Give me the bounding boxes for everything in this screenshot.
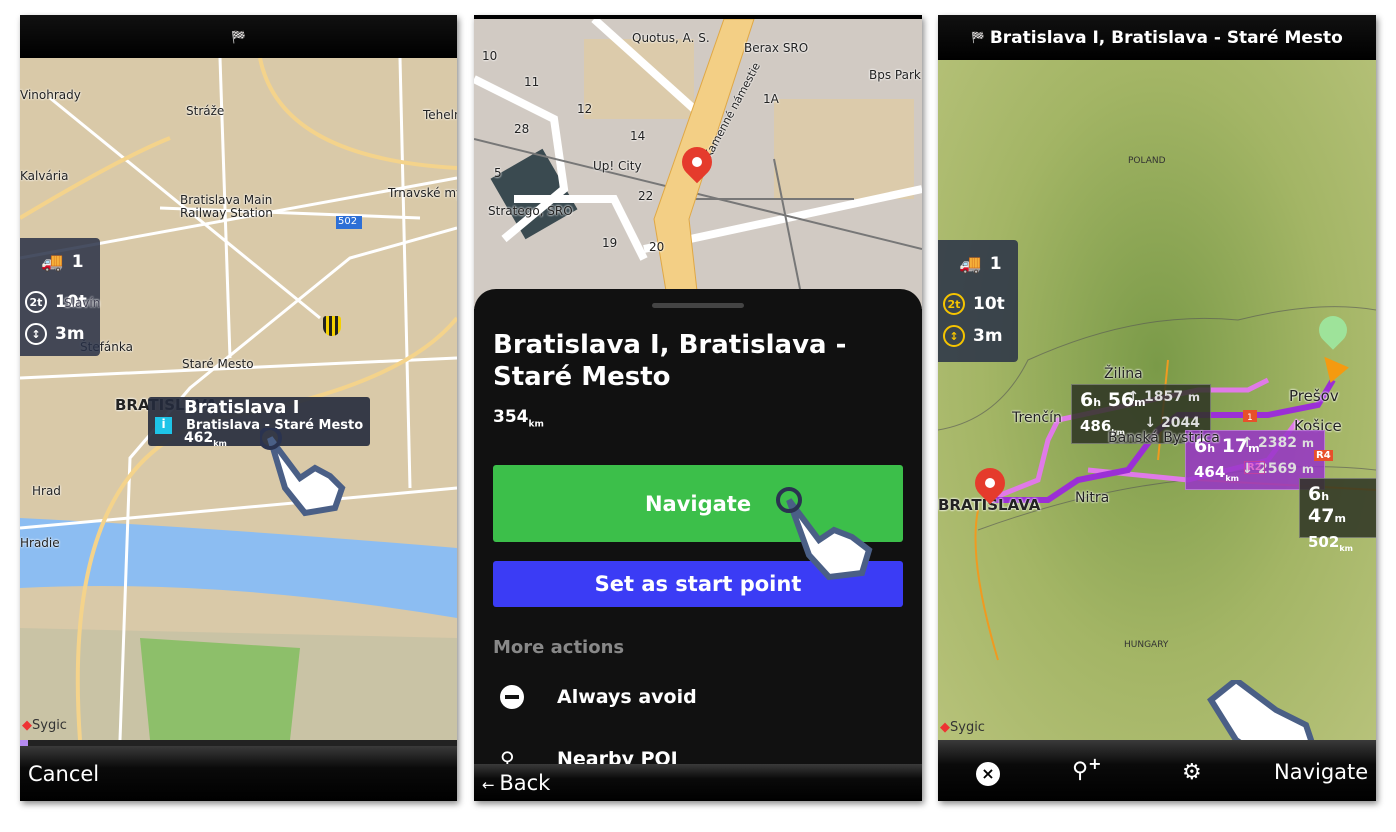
address-number: 5 bbox=[494, 166, 502, 180]
address-number: 10 bbox=[482, 49, 498, 63]
title-bar: 🏁 Bratislava I, Bratislava - Staré Mesto bbox=[938, 15, 1376, 60]
bottom-bar: Cancel bbox=[20, 746, 457, 801]
truck-icon: 🚚 bbox=[41, 251, 64, 273]
arrow-left-icon: ← bbox=[482, 776, 500, 794]
truck-height: 3m bbox=[973, 326, 1003, 346]
truck-axles: 🚚 1 bbox=[41, 251, 84, 273]
map-label: Hrad bbox=[32, 484, 61, 498]
poi-label[interactable]: Stratego, SRO bbox=[488, 204, 573, 218]
map-label: Vinohrady bbox=[20, 88, 81, 102]
navigate-button[interactable]: Navigate bbox=[1274, 760, 1368, 784]
map-label: Trnavské mýto bbox=[388, 186, 457, 200]
poi-label[interactable]: Berax SRO bbox=[744, 41, 808, 55]
address-number: 19 bbox=[602, 236, 618, 250]
map-label: POLAND bbox=[1128, 156, 1166, 166]
address-number: 28 bbox=[514, 122, 530, 136]
poi-label[interactable]: Quotus, A. S. bbox=[632, 31, 710, 45]
truck-profile-panel[interactable]: 🚚 1 2t 10t ↕ 3m bbox=[938, 240, 1018, 362]
sygic-logo: ◆Sygic bbox=[940, 720, 985, 735]
address-number: 11 bbox=[524, 75, 540, 89]
address-number: 1A bbox=[763, 92, 779, 106]
route-card-3[interactable]: 6h 47m 502km bbox=[1299, 478, 1376, 553]
phone-screen-map-selection: 🏁 Vinohrady Stráže Tehelné Kalvária Brat… bbox=[20, 15, 457, 801]
bottom-toolbar: × ⚲+ ⚙ Navigate bbox=[938, 740, 1376, 801]
checkered-flag-icon: 🏁 bbox=[231, 29, 246, 44]
map-label: Žilina bbox=[1104, 366, 1143, 382]
sygic-logo: ◆Sygic bbox=[22, 718, 67, 733]
weight-icon: 2t bbox=[943, 293, 965, 315]
road-badge: R4 bbox=[1314, 450, 1333, 461]
truck-weight: 10t bbox=[973, 294, 1005, 314]
route-time: 6h 47m bbox=[1308, 483, 1346, 527]
tap-hand-icon bbox=[1206, 676, 1315, 740]
route-distance: 502km bbox=[1308, 533, 1353, 553]
height-icon: ↕ bbox=[25, 323, 47, 345]
add-location-icon[interactable]: ⚲+ bbox=[1072, 754, 1102, 783]
popup-title: Bratislava I bbox=[184, 397, 300, 418]
route-ascent: ↑ 2382 m bbox=[1241, 435, 1314, 451]
action-always-avoid[interactable]: Always avoid bbox=[500, 685, 697, 709]
checkered-flag-icon: 🏁 bbox=[971, 31, 985, 44]
road-badge: R2 bbox=[1244, 461, 1265, 474]
poi-icon[interactable] bbox=[323, 316, 341, 336]
address-number: 22 bbox=[638, 189, 654, 203]
poi-label[interactable]: Up! City bbox=[593, 159, 642, 173]
place-distance: 354km bbox=[493, 407, 544, 430]
height-icon: ↕ bbox=[943, 325, 965, 347]
more-actions-heading: More actions bbox=[493, 637, 625, 658]
map-label: Trenčín bbox=[1012, 410, 1062, 426]
phone-screen-route-selection: 🏁 Bratislava I, Bratislava - Staré Mesto … bbox=[938, 15, 1376, 801]
truck-axles: 🚚 1 bbox=[959, 253, 1002, 275]
truck-height: 3m bbox=[55, 324, 85, 344]
sheet-drag-handle[interactable] bbox=[652, 303, 744, 308]
close-circle-icon[interactable]: × bbox=[976, 762, 1000, 786]
river-danube bbox=[20, 518, 457, 618]
map-label: Kalvária bbox=[20, 169, 69, 183]
map-label: Staré Mesto bbox=[182, 357, 254, 371]
route-title: Bratislava I, Bratislava - Staré Mesto bbox=[989, 27, 1343, 48]
back-button[interactable]: ← Back bbox=[482, 771, 550, 795]
svg-text:1: 1 bbox=[1247, 413, 1253, 423]
map-view[interactable]: Vinohrady Stráže Tehelné Kalvária Bratis… bbox=[20, 58, 457, 740]
truck-icon: 🚚 bbox=[959, 253, 982, 275]
map-label: Nitra bbox=[1075, 490, 1110, 506]
tap-hand-icon bbox=[258, 426, 346, 517]
map-label: Tehelné bbox=[423, 108, 457, 122]
route-descent: ↓ 2044 bbox=[1144, 415, 1200, 431]
road-number: 502 bbox=[338, 216, 358, 227]
bottom-bar: ← Back bbox=[474, 764, 922, 801]
map-view[interactable]: 1 POLAND Žilina Trenčín Nitra Prešov Koš… bbox=[938, 60, 1376, 740]
place-title: Bratislava I, Bratislava - Staré Mesto bbox=[493, 330, 847, 392]
map-label: Stráže bbox=[186, 104, 225, 118]
gear-icon[interactable]: ⚙ bbox=[1182, 760, 1202, 785]
poi-label[interactable]: Bps Park bbox=[869, 68, 921, 82]
map-label: Slavín bbox=[64, 296, 101, 310]
map-label: Prešov bbox=[1289, 387, 1339, 405]
route-ascent: ↑ 1857 m bbox=[1127, 389, 1200, 405]
phone-screen-place-detail: Quotus, A. S. Berax SRO Bps Park 10 11 1… bbox=[474, 15, 922, 801]
address-number: 20 bbox=[649, 240, 665, 254]
map-view[interactable]: Quotus, A. S. Berax SRO Bps Park 10 11 1… bbox=[474, 19, 922, 309]
info-icon: i bbox=[155, 417, 172, 434]
map-label: HUNGARY bbox=[1124, 640, 1169, 650]
top-bar: 🏁 bbox=[20, 15, 457, 58]
minus-circle-icon bbox=[500, 685, 524, 709]
park bbox=[140, 638, 300, 740]
tap-hand-icon bbox=[774, 485, 873, 581]
weight-icon: 2t bbox=[25, 291, 47, 313]
popup-distance: 462km bbox=[184, 430, 227, 448]
map-label: Hradie bbox=[20, 536, 60, 550]
map-label: Bratislava Main Railway Station bbox=[180, 193, 273, 220]
address-number: 12 bbox=[577, 102, 593, 116]
map-label: Banská Bystrica bbox=[1108, 430, 1220, 446]
cancel-button[interactable]: Cancel bbox=[28, 762, 99, 786]
address-number: 14 bbox=[630, 129, 646, 143]
